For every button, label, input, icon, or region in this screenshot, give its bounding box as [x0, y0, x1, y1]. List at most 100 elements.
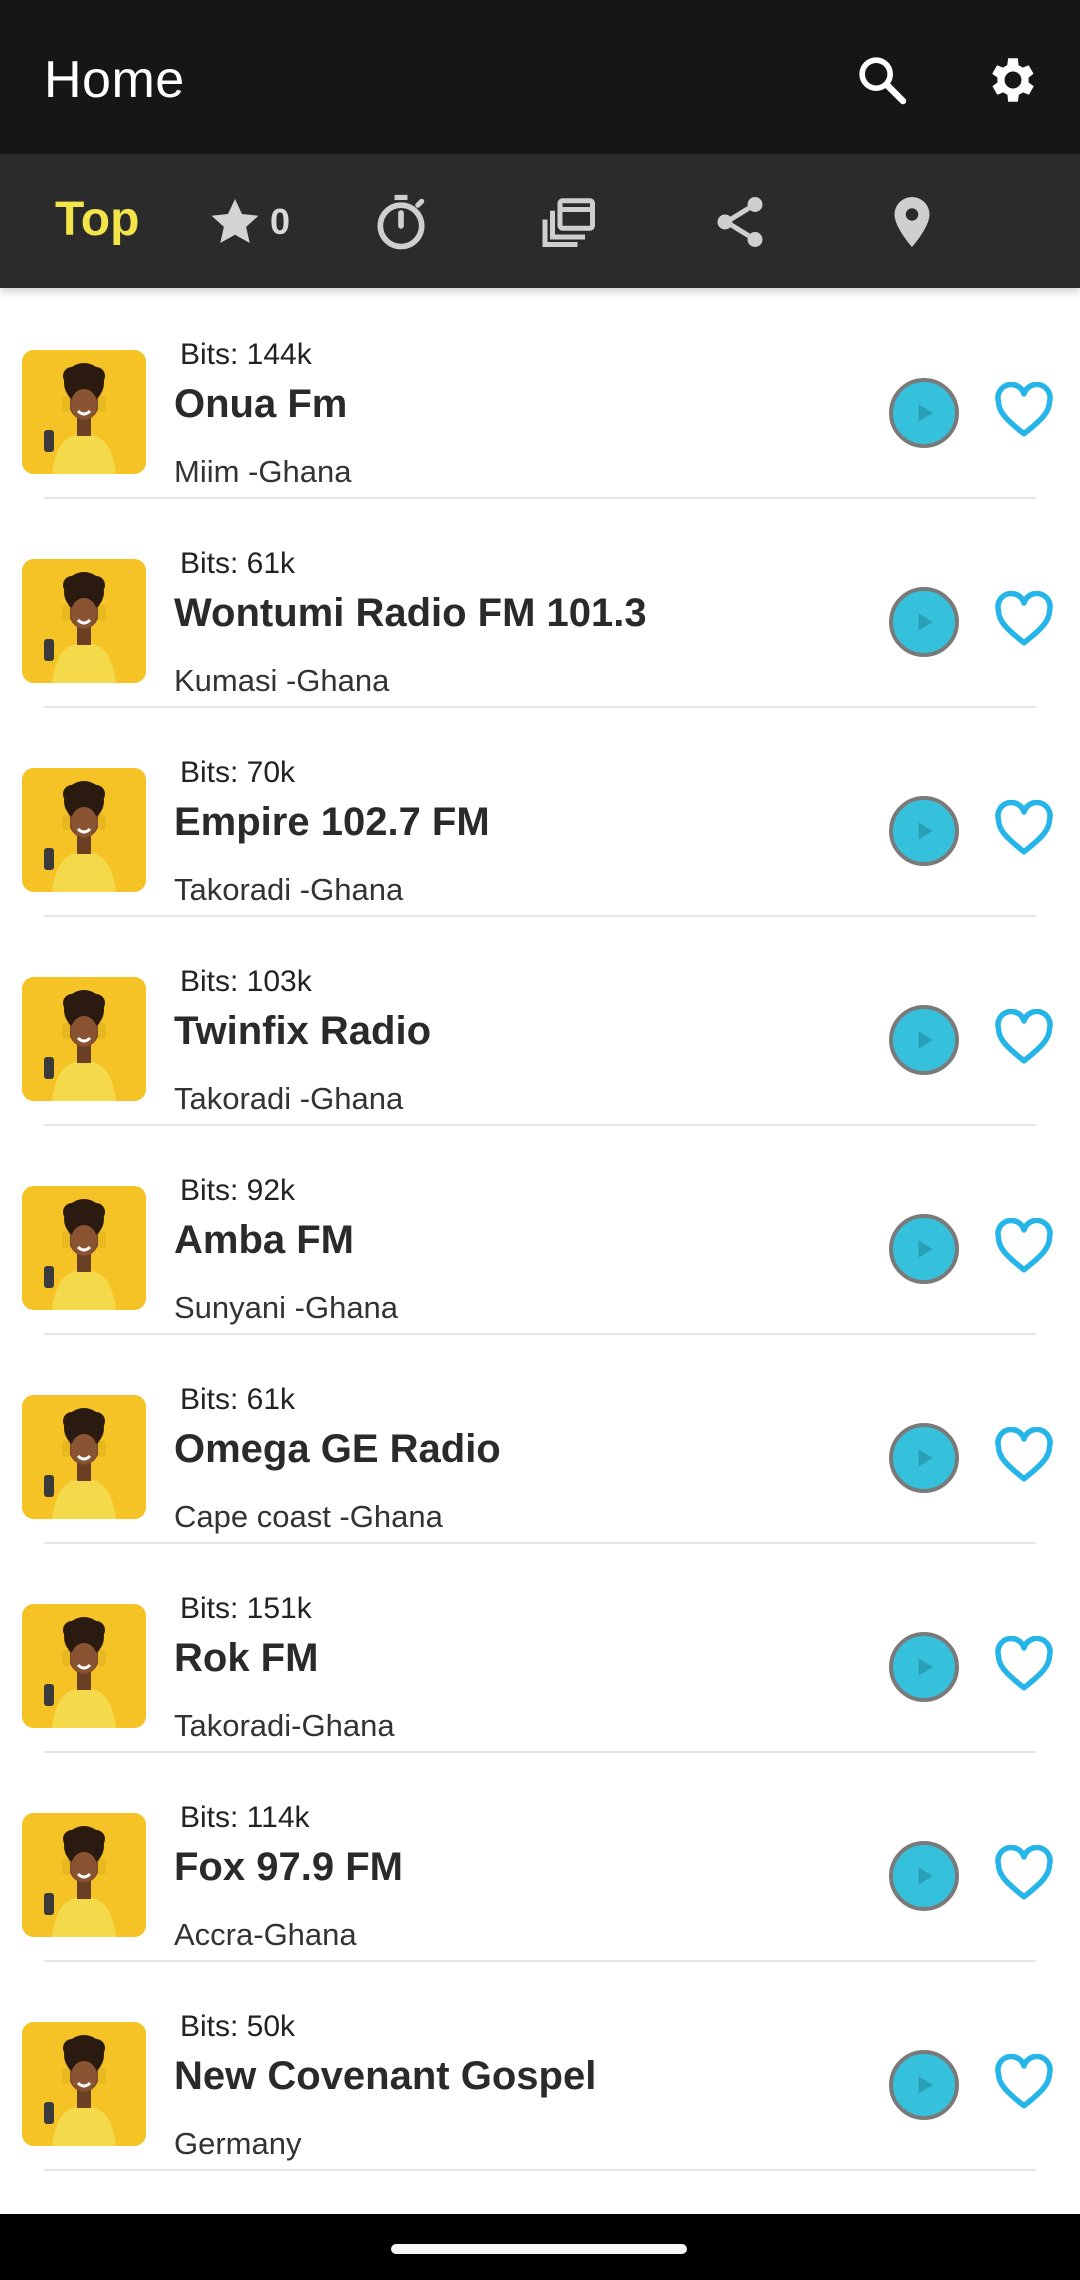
heart-icon[interactable]: [994, 2054, 1054, 2110]
station-thumbnail: [22, 2022, 146, 2146]
station-artwork-icon: [22, 1604, 146, 1728]
play-icon: [918, 1240, 933, 1258]
location-button[interactable]: [882, 184, 942, 260]
bitrate-label: Bits: 92k: [180, 1174, 296, 1207]
station-artwork-icon: [22, 977, 146, 1101]
bitrate-label: Bits: 61k: [180, 1383, 296, 1416]
play-icon: [918, 404, 933, 422]
station-thumbnail: [22, 350, 146, 474]
page-title: Home: [44, 51, 185, 109]
play-icon: [918, 822, 933, 840]
play-icon: [918, 1031, 933, 1049]
station-artwork-icon: [22, 1395, 146, 1519]
play-icon: [918, 1449, 933, 1467]
station-row[interactable]: Bits: 70k Empire 102.7 FM Takoradi -Ghan…: [0, 708, 1080, 917]
bitrate-label: Bits: 61k: [180, 547, 296, 580]
station-artwork-icon: [22, 768, 146, 892]
play-icon: [918, 1867, 933, 1885]
heart-icon[interactable]: [994, 1009, 1054, 1065]
station-artwork-icon: [22, 559, 146, 683]
share-icon: [717, 197, 763, 247]
bitrate-label: Bits: 151k: [180, 1592, 312, 1625]
app-bar: Home: [0, 0, 1080, 154]
play-button[interactable]: [889, 2050, 959, 2120]
station-thumbnail: [22, 559, 146, 683]
play-button[interactable]: [889, 1841, 959, 1911]
bitrate-label: Bits: 50k: [180, 2010, 296, 2043]
timer-icon: [377, 194, 425, 250]
heart-icon[interactable]: [994, 382, 1054, 438]
station-name: New Covenant Gospel: [174, 2054, 597, 2098]
station-location: Takoradi-Ghana: [174, 1708, 395, 1743]
favorites-button[interactable]: 0: [206, 184, 290, 260]
station-artwork-icon: [22, 350, 146, 474]
windows-button[interactable]: [540, 184, 600, 260]
station-row[interactable]: Bits: 61k Omega GE Radio Cape coast -Gha…: [0, 1335, 1080, 1544]
station-thumbnail: [22, 977, 146, 1101]
bitrate-label: Bits: 144k: [180, 338, 312, 371]
station-name: Rok FM: [174, 1636, 319, 1680]
heart-icon[interactable]: [994, 591, 1054, 647]
play-icon: [918, 1658, 933, 1676]
play-icon: [918, 2076, 933, 2094]
station-location: Sunyani -Ghana: [174, 1290, 399, 1325]
station-name: Omega GE Radio: [174, 1427, 501, 1471]
station-row[interactable]: Bits: 144k Onua Fm Miim -Ghana: [0, 290, 1080, 499]
system-nav-bar: [0, 2214, 1080, 2280]
play-button[interactable]: [889, 1214, 959, 1284]
bitrate-label: Bits: 114k: [180, 1801, 310, 1834]
station-thumbnail: [22, 1395, 146, 1519]
toolbar: Top 0: [0, 154, 1080, 288]
station-row[interactable]: Bits: 92k Amba FM Sunyani -Ghana: [0, 1126, 1080, 1335]
station-thumbnail: [22, 1186, 146, 1310]
tab-top[interactable]: Top: [55, 192, 139, 247]
row-divider: [44, 2169, 1036, 2171]
station-name: Twinfix Radio: [174, 1009, 432, 1053]
bitrate-label: Bits: 103k: [180, 965, 312, 998]
heart-icon[interactable]: [994, 800, 1054, 856]
play-button[interactable]: [889, 1005, 959, 1075]
station-name: Empire 102.7 FM: [174, 800, 490, 844]
settings-button[interactable]: [973, 40, 1053, 120]
station-location: Germany: [174, 2126, 302, 2161]
gear-icon: [992, 58, 1034, 102]
play-button[interactable]: [889, 1632, 959, 1702]
station-location: Kumasi -Ghana: [174, 663, 390, 698]
heart-icon[interactable]: [994, 1636, 1054, 1692]
station-location: Takoradi -Ghana: [174, 1081, 404, 1116]
heart-icon[interactable]: [994, 1845, 1054, 1901]
station-name: Fox 97.9 FM: [174, 1845, 403, 1889]
star-icon: [211, 199, 259, 244]
play-button[interactable]: [889, 378, 959, 448]
station-location: Takoradi -Ghana: [174, 872, 404, 907]
heart-icon[interactable]: [994, 1427, 1054, 1483]
search-icon: [859, 57, 907, 105]
station-list: Bits: 144k Onua Fm Miim -Ghana Bits: 61k…: [0, 290, 1080, 2171]
home-gesture-handle[interactable]: [391, 2244, 687, 2254]
station-thumbnail: [22, 1813, 146, 1937]
play-button[interactable]: [889, 587, 959, 657]
location-icon: [894, 197, 930, 247]
station-artwork-icon: [22, 1186, 146, 1310]
station-name: Wontumi Radio FM 101.3: [174, 591, 647, 635]
station-row[interactable]: Bits: 61k Wontumi Radio FM 101.3 Kumasi …: [0, 499, 1080, 708]
windows-icon: [542, 198, 595, 247]
share-button[interactable]: [710, 184, 770, 260]
heart-icon[interactable]: [994, 1218, 1054, 1274]
bitrate-label: Bits: 70k: [180, 756, 296, 789]
search-button[interactable]: [842, 40, 922, 120]
station-artwork-icon: [22, 2022, 146, 2146]
station-row[interactable]: Bits: 114k Fox 97.9 FM Accra-Ghana: [0, 1753, 1080, 1962]
station-row[interactable]: Bits: 151k Rok FM Takoradi-Ghana: [0, 1544, 1080, 1753]
station-location: Accra-Ghana: [174, 1917, 357, 1952]
play-button[interactable]: [889, 796, 959, 866]
station-row[interactable]: Bits: 50k New Covenant Gospel Germany: [0, 1962, 1080, 2171]
station-row[interactable]: Bits: 103k Twinfix Radio Takoradi -Ghana: [0, 917, 1080, 1126]
sleep-timer-button[interactable]: [370, 184, 432, 260]
station-location: Cape coast -Ghana: [174, 1499, 443, 1534]
play-icon: [918, 613, 933, 631]
favorites-count: 0: [270, 201, 291, 242]
station-thumbnail: [22, 1604, 146, 1728]
station-thumbnail: [22, 768, 146, 892]
play-button[interactable]: [889, 1423, 959, 1493]
